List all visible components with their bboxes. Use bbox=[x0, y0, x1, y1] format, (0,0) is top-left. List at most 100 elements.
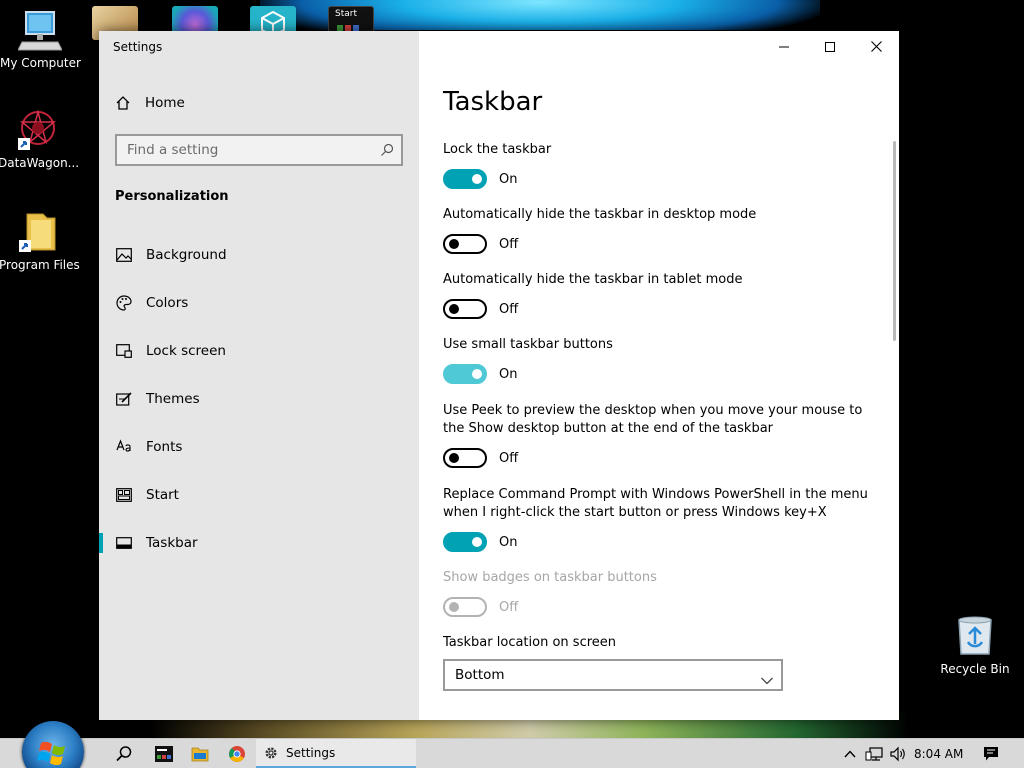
home-icon bbox=[115, 95, 145, 111]
start-app-icon bbox=[155, 746, 173, 762]
fonts-icon bbox=[115, 438, 133, 456]
sidebar-item-taskbar[interactable]: Taskbar bbox=[99, 525, 419, 561]
setting-label: Automatically hide the taskbar in deskto… bbox=[443, 207, 757, 222]
sidebar-item-start[interactable]: Start bbox=[99, 477, 419, 513]
settings-window: Settings Home Personalization Background bbox=[99, 31, 899, 720]
small-buttons-toggle[interactable] bbox=[443, 364, 487, 384]
search-icon[interactable] bbox=[380, 142, 394, 161]
search-taskbar-button[interactable] bbox=[112, 743, 136, 765]
desktop-icon-program-files[interactable]: Program Files bbox=[0, 210, 80, 273]
small-buttons-toggle-row[interactable]: On bbox=[443, 363, 517, 385]
setting-label: Lock the taskbar bbox=[443, 142, 552, 157]
themes-icon bbox=[115, 390, 133, 408]
setting-label: Use small taskbar buttons bbox=[443, 337, 613, 352]
setting-label: Automatically hide the taskbar in tablet… bbox=[443, 272, 743, 287]
maximize-icon bbox=[825, 41, 835, 52]
recycle-bin-icon bbox=[953, 614, 997, 658]
minimize-icon bbox=[779, 46, 789, 47]
sidebar-item-label: Background bbox=[146, 247, 227, 263]
file-explorer-taskbar-button[interactable] bbox=[188, 743, 212, 765]
chevron-down-icon bbox=[761, 670, 773, 689]
search-box[interactable] bbox=[115, 134, 403, 166]
clock[interactable]: 8:04 AM bbox=[914, 747, 963, 761]
computer-icon bbox=[17, 8, 63, 52]
show-hidden-icons-button[interactable] bbox=[838, 743, 862, 765]
setting-label: Taskbar location on screen bbox=[443, 635, 617, 650]
toggle-state-label: Off bbox=[499, 301, 519, 317]
sidebar: Settings Home Personalization Background bbox=[99, 31, 419, 720]
start-app-taskbar-button[interactable] bbox=[152, 743, 176, 765]
setting-label: Use Peek to preview the desktop when you… bbox=[443, 403, 863, 436]
lock-taskbar-toggle[interactable] bbox=[443, 169, 487, 189]
close-button[interactable] bbox=[853, 31, 899, 62]
window-title: Settings bbox=[113, 40, 163, 54]
desktop-icon-label: My Computer bbox=[0, 56, 81, 70]
autohide-desktop-toggle-row[interactable]: Off bbox=[443, 233, 518, 255]
close-icon bbox=[870, 41, 882, 52]
taskbar-location-dropdown[interactable]: Bottom bbox=[443, 659, 783, 691]
maximize-button[interactable] bbox=[807, 31, 853, 62]
network-tray-button[interactable] bbox=[862, 743, 886, 765]
taskbar: Settings 8:04 AM bbox=[0, 721, 1024, 768]
speaker-icon bbox=[890, 746, 905, 762]
folder-icon bbox=[191, 747, 209, 762]
desktop-icon-recycle-bin[interactable]: Recycle Bin bbox=[935, 614, 1015, 677]
chrome-icon bbox=[229, 746, 245, 762]
chrome-taskbar-button[interactable] bbox=[225, 743, 249, 765]
toggle-state-label: On bbox=[499, 366, 518, 382]
setting-label: Replace Command Prompt with Windows Powe… bbox=[443, 487, 868, 520]
notification-icon bbox=[984, 747, 998, 761]
gear-icon bbox=[264, 746, 278, 760]
action-center-button[interactable] bbox=[979, 743, 1003, 765]
powershell-toggle[interactable] bbox=[443, 532, 487, 552]
badges-toggle bbox=[443, 597, 487, 617]
lock-screen-icon bbox=[115, 342, 133, 360]
toggle-state-label: Off bbox=[499, 450, 519, 466]
search-input[interactable] bbox=[117, 136, 367, 164]
page-title: Taskbar bbox=[443, 87, 543, 117]
start-button[interactable] bbox=[22, 721, 84, 768]
desktop-icon-datawagon[interactable]: DataWagon... bbox=[0, 108, 80, 171]
folder-icon bbox=[17, 210, 61, 254]
scrollbar[interactable] bbox=[893, 141, 896, 341]
sidebar-item-label: Colors bbox=[146, 295, 189, 311]
lock-taskbar-toggle-row[interactable]: On bbox=[443, 168, 517, 190]
start-icon bbox=[115, 486, 133, 504]
sidebar-item-themes[interactable]: Themes bbox=[99, 381, 419, 417]
toggle-state-label: Off bbox=[499, 599, 519, 615]
network-icon bbox=[865, 747, 883, 761]
autohide-tablet-toggle-row[interactable]: Off bbox=[443, 298, 518, 320]
settings-taskbar-button[interactable]: Settings bbox=[256, 739, 416, 768]
datawagon-icon bbox=[16, 108, 60, 152]
sidebar-item-label: Fonts bbox=[146, 439, 183, 455]
sidebar-item-colors[interactable]: Colors bbox=[99, 285, 419, 321]
desktop-icon-my-computer[interactable]: My Computer bbox=[0, 8, 81, 71]
taskbar-icon bbox=[115, 534, 133, 552]
peek-toggle[interactable] bbox=[443, 448, 487, 468]
content-pane: Taskbar Lock the taskbar On Automaticall… bbox=[419, 31, 899, 720]
search-icon bbox=[116, 746, 132, 762]
chevron-up-icon bbox=[844, 750, 856, 758]
badges-toggle-row: Off bbox=[443, 596, 518, 618]
powershell-toggle-row[interactable]: On bbox=[443, 531, 517, 553]
sidebar-item-background[interactable]: Background bbox=[99, 237, 419, 273]
volume-tray-button[interactable] bbox=[886, 743, 910, 765]
sidebar-item-lock-screen[interactable]: Lock screen bbox=[99, 333, 419, 369]
sidebar-item-label: Start bbox=[146, 487, 179, 503]
settings-taskbar-label: Settings bbox=[286, 745, 336, 760]
autohide-tablet-toggle[interactable] bbox=[443, 299, 487, 319]
toggle-state-label: On bbox=[499, 534, 518, 550]
toggle-state-label: Off bbox=[499, 236, 519, 252]
setting-label: Show badges on taskbar buttons bbox=[443, 570, 657, 585]
desktop-icon-label: DataWagon... bbox=[0, 156, 80, 170]
home-label: Home bbox=[145, 95, 185, 111]
autohide-desktop-toggle[interactable] bbox=[443, 234, 487, 254]
home-link[interactable]: Home bbox=[115, 93, 405, 113]
desktop-icon-label: Recycle Bin bbox=[940, 662, 1010, 676]
section-title: Personalization bbox=[115, 189, 229, 204]
sidebar-item-fonts[interactable]: Fonts bbox=[99, 429, 419, 465]
minimize-button[interactable] bbox=[761, 31, 807, 62]
peek-toggle-row[interactable]: Off bbox=[443, 447, 518, 469]
sidebar-item-label: Lock screen bbox=[146, 343, 226, 359]
dropdown-value: Bottom bbox=[455, 667, 505, 683]
